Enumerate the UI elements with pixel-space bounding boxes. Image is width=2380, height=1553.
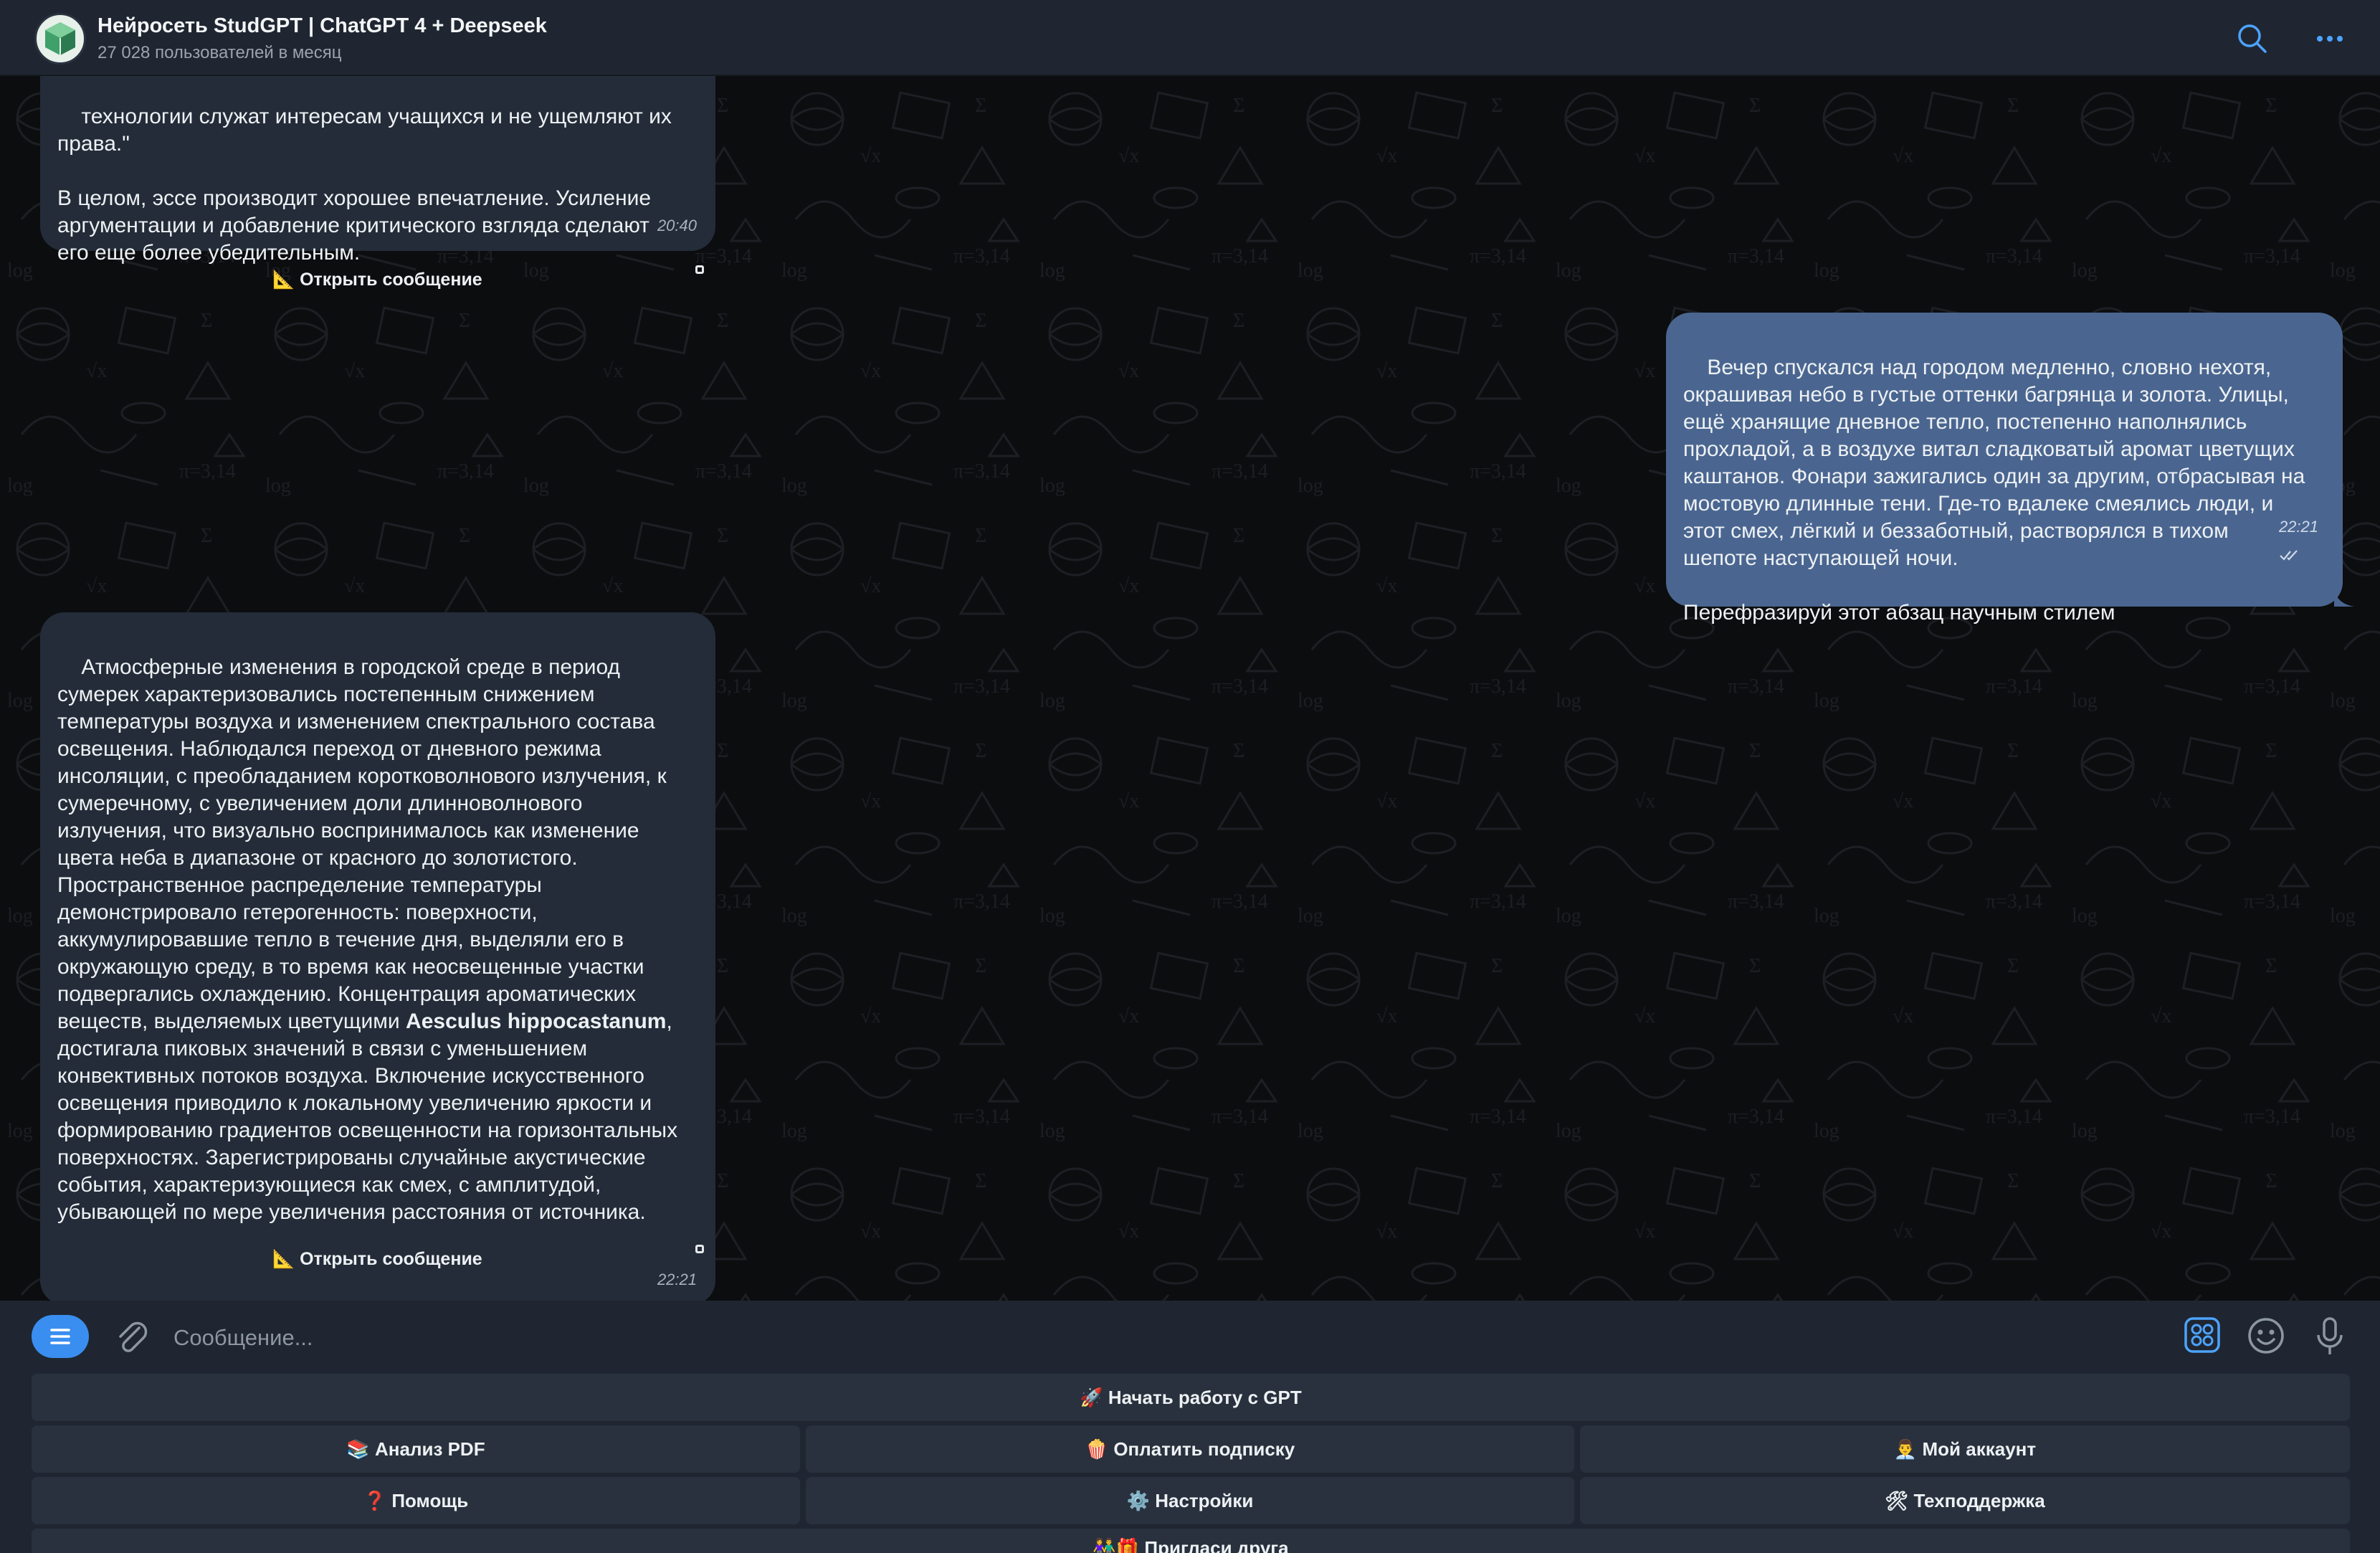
bubble-tail xyxy=(2334,589,2354,607)
message-time-value: 22:21 xyxy=(2278,518,2318,536)
expand-square-icon[interactable] xyxy=(695,1245,704,1253)
chat-title[interactable]: Нейросеть StudGPT | ChatGPT 4 + Deepseek xyxy=(97,14,547,38)
message-time: 22:21 xyxy=(2252,486,2318,595)
keyboard-row: 📚 Анализ PDF 🍿 Оплатить подписку 👨‍💼 Мой… xyxy=(32,1425,2350,1473)
double-check-icon xyxy=(2280,550,2298,561)
bot-menu-button[interactable] xyxy=(32,1315,89,1358)
chat-header: Нейросеть StudGPT | ChatGPT 4 + Deepseek… xyxy=(0,0,2380,76)
menu-icon xyxy=(50,1329,70,1344)
tech-support-button[interactable]: 🛠 Техподдержка xyxy=(1580,1477,2350,1524)
chat-subtitle: 27 028 пользователей в месяц xyxy=(97,43,342,62)
message-time: 20:40 xyxy=(657,217,697,234)
message-bubble-incoming[interactable]: Атмосферные изменения в городской среде … xyxy=(40,612,715,1301)
start-gpt-button[interactable]: 🚀 Начать работу с GPT xyxy=(32,1374,2350,1421)
composer: 🚀 Начать работу с GPT 📚 Анализ PDF 🍿 Опл… xyxy=(0,1301,2380,1553)
my-account-button[interactable]: 👨‍💼 Мой аккаунт xyxy=(1580,1425,2350,1473)
open-message-button[interactable]: 📐 Открыть сообщение xyxy=(272,1249,482,1270)
sticker-grid-icon[interactable] xyxy=(2184,1316,2221,1354)
message-text-part: , достигала пиковых значений в связи с у… xyxy=(57,1010,678,1224)
message-text: Вечер спускался над городом медленно, сл… xyxy=(1683,356,2305,624)
message-text: технологии служат интересам учащихся и н… xyxy=(57,105,672,265)
pdf-analysis-button[interactable]: 📚 Анализ PDF xyxy=(32,1425,800,1473)
bot-avatar[interactable] xyxy=(34,13,86,65)
cube-logo-icon xyxy=(45,22,75,55)
message-bubble-outgoing[interactable]: Вечер спускался над городом медленно, сл… xyxy=(1666,313,2343,624)
search-icon[interactable] xyxy=(2235,22,2270,56)
paperclip-icon[interactable] xyxy=(113,1318,151,1358)
more-icon[interactable] xyxy=(2313,22,2347,56)
message-text: Атмосферные изменения в городской среде … xyxy=(57,655,677,1224)
help-button[interactable]: ❓ Помощь xyxy=(32,1477,800,1524)
settings-button[interactable]: ⚙️ Настройки xyxy=(806,1477,1574,1524)
message-text-part: Атмосферные изменения в городской среде … xyxy=(57,655,667,1033)
keyboard-row: 🚀 Начать работу с GPT xyxy=(32,1374,2350,1421)
pay-subscription-button[interactable]: 🍿 Оплатить подписку xyxy=(806,1425,1574,1473)
message-input[interactable] xyxy=(172,1315,2110,1361)
emoji-icon[interactable] xyxy=(2247,1316,2285,1355)
keyboard-row: 👫🎁 Пригласи друга xyxy=(32,1529,2350,1553)
open-message-button[interactable]: 📐 Открыть сообщение xyxy=(272,270,482,290)
invite-friend-button[interactable]: 👫🎁 Пригласи друга xyxy=(32,1529,2350,1553)
message-bubble-incoming[interactable]: технологии служат интересам учащихся и н… xyxy=(40,76,715,265)
chat-area[interactable]: √x π=3,14 log Σ технологии служат интере… xyxy=(0,76,2380,1301)
expand-square-icon[interactable] xyxy=(695,265,704,274)
message-time: 22:21 xyxy=(657,1271,697,1288)
microphone-icon[interactable] xyxy=(2313,1316,2347,1357)
keyboard-row: ❓ Помощь ⚙️ Настройки 🛠 Техподдержка xyxy=(32,1477,2350,1524)
message-bold-text: Aesculus hippocastanum xyxy=(406,1010,667,1033)
